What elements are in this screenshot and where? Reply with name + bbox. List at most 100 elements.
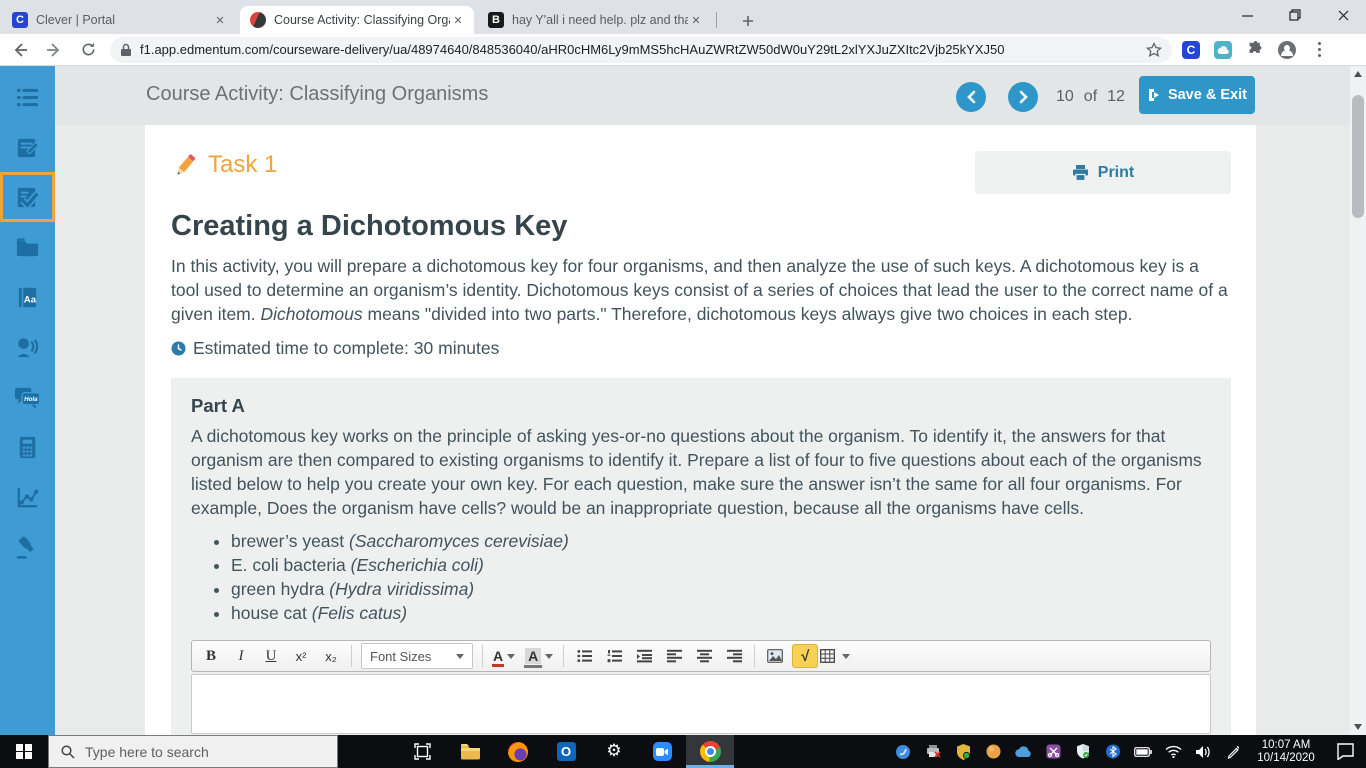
subscript-button[interactable]: x₂: [316, 643, 346, 669]
save-and-exit-button[interactable]: Save & Exit: [1138, 76, 1255, 114]
window-minimize-button[interactable]: [1224, 0, 1270, 30]
notes-pencil-icon: [17, 138, 39, 157]
forward-button[interactable]: [40, 36, 68, 64]
sidebar-item-highlighter[interactable]: [0, 522, 55, 572]
gear-icon: ⚙: [606, 741, 622, 761]
refresh-button[interactable]: [74, 36, 102, 64]
dictionary-icon: Aa: [18, 287, 37, 307]
sidebar-item-resources[interactable]: [0, 222, 55, 272]
tab-title: Course Activity: Classifying Orga: [274, 13, 450, 27]
restore-icon: [1289, 9, 1301, 21]
settings-button[interactable]: ⚙: [590, 735, 638, 768]
scroll-down-button[interactable]: [1350, 719, 1366, 735]
print-button[interactable]: Print: [975, 151, 1231, 194]
tray-icon-volume[interactable]: [1188, 735, 1218, 768]
taskbar-search[interactable]: Type here to search: [48, 735, 338, 768]
insert-image-button[interactable]: [760, 643, 790, 669]
numbered-list-button[interactable]: [599, 643, 629, 669]
extensions-puzzle-icon[interactable]: [1242, 37, 1268, 63]
cloud-extension-icon[interactable]: [1210, 37, 1236, 63]
bullet-list-icon: [577, 650, 592, 662]
back-button[interactable]: [6, 36, 34, 64]
superscript-button[interactable]: x²: [286, 643, 316, 669]
tab-title: Clever | Portal: [36, 13, 115, 27]
firefox-button[interactable]: [494, 735, 542, 768]
tray-icon-wifi[interactable]: [1158, 735, 1188, 768]
zoom-button[interactable]: [638, 735, 686, 768]
tab-brainly[interactable]: B hay Y'all i need help. plz and tha ✕: [478, 6, 712, 34]
bold-button[interactable]: B: [196, 643, 226, 669]
firefox-icon: [508, 741, 528, 762]
insert-table-button[interactable]: [820, 643, 851, 669]
previous-page-button[interactable]: [956, 82, 986, 112]
tray-icon-snipping[interactable]: [1038, 735, 1068, 768]
tray-icon-app-blue[interactable]: [888, 735, 918, 768]
tray-icon-pen[interactable]: [1218, 735, 1248, 768]
browser-menu-button[interactable]: [1306, 37, 1332, 63]
align-left-button[interactable]: [659, 643, 689, 669]
back-arrow-icon: [14, 42, 27, 57]
window-close-button[interactable]: [1320, 0, 1366, 30]
taskbar-clock[interactable]: 10:07 AM 10/14/2020: [1248, 739, 1324, 765]
translate-hola-icon: Hola: [14, 387, 41, 409]
editor-toolbar: B I U x² x₂ Font Sizes A A √: [191, 640, 1211, 672]
align-right-icon: [726, 649, 742, 663]
chevron-down-icon: [842, 653, 851, 659]
sidebar-item-text-to-speech[interactable]: [0, 322, 55, 372]
clever-extension-icon[interactable]: C: [1178, 37, 1204, 63]
chrome-button[interactable]: [686, 735, 734, 768]
start-button[interactable]: [0, 735, 48, 768]
sidebar-item-translate[interactable]: Hola: [0, 372, 55, 422]
indent-button[interactable]: [629, 643, 659, 669]
font-sizes-dropdown[interactable]: Font Sizes: [361, 643, 473, 669]
highlight-color-button[interactable]: A: [520, 643, 558, 669]
action-center-button[interactable]: [1324, 735, 1366, 768]
tray-icon-printer-error[interactable]: [918, 735, 948, 768]
sidebar-item-activity[interactable]: [0, 172, 55, 222]
tray-icon-app-orange[interactable]: [978, 735, 1008, 768]
insert-formula-button[interactable]: √: [790, 643, 820, 669]
estimated-time-row: Estimated time to complete: 30 minutes: [171, 338, 1231, 359]
text-color-button[interactable]: A: [488, 643, 520, 669]
window-restore-button[interactable]: [1272, 0, 1318, 30]
italic-button[interactable]: I: [226, 643, 256, 669]
sidebar-item-graphing[interactable]: [0, 472, 55, 522]
browser-toolbar: f1.app.edmentum.com/courseware-delivery/…: [0, 34, 1366, 66]
underline-button[interactable]: U: [256, 643, 286, 669]
tab-close-icon[interactable]: ✕: [450, 12, 466, 28]
bullet-list-button[interactable]: [569, 643, 599, 669]
outlook-button[interactable]: O: [542, 735, 590, 768]
sidebar-item-notes[interactable]: [0, 122, 55, 172]
sidebar-item-course-outline[interactable]: [0, 72, 55, 122]
sidebar-item-calculator[interactable]: [0, 422, 55, 472]
tab-close-icon[interactable]: ✕: [212, 12, 228, 28]
scrollbar-thumb[interactable]: [1352, 95, 1364, 218]
editor-text-area[interactable]: [191, 674, 1211, 734]
tray-icon-onedrive[interactable]: [1008, 735, 1038, 768]
task-view-button[interactable]: [398, 735, 446, 768]
scroll-up-button[interactable]: [1350, 66, 1366, 82]
new-tab-button[interactable]: [736, 9, 760, 33]
url-bar[interactable]: f1.app.edmentum.com/courseware-delivery/…: [110, 36, 1172, 63]
align-right-button[interactable]: [719, 643, 749, 669]
exit-icon: [1148, 89, 1159, 101]
list-item: brewer’s yeast (Saccharomyces cerevisiae…: [231, 529, 1211, 553]
sidebar-item-dictionary[interactable]: Aa: [0, 272, 55, 322]
tab-close-icon[interactable]: ✕: [688, 12, 704, 28]
tray-icon-battery[interactable]: [1128, 735, 1158, 768]
tab-clever-portal[interactable]: C Clever | Portal ✕: [2, 6, 236, 34]
plus-icon: [743, 16, 753, 26]
tab-course-activity[interactable]: Course Activity: Classifying Orga ✕: [240, 6, 474, 34]
profile-avatar[interactable]: [1274, 37, 1300, 63]
desktop-screen: C Clever | Portal ✕ Course Activity: Cla…: [0, 0, 1366, 768]
system-tray: 10:07 AM 10/14/2020: [888, 735, 1366, 768]
align-center-button[interactable]: [689, 643, 719, 669]
next-page-button[interactable]: [1008, 82, 1038, 112]
file-explorer-button[interactable]: [446, 735, 494, 768]
clock-icon: [171, 341, 186, 356]
tray-icon-bluetooth[interactable]: [1098, 735, 1128, 768]
bookmark-star-icon[interactable]: [1146, 41, 1162, 58]
page-scrollbar[interactable]: [1350, 66, 1366, 735]
tray-icon-windows-security[interactable]: [1068, 735, 1098, 768]
tray-icon-shield-status[interactable]: [948, 735, 978, 768]
